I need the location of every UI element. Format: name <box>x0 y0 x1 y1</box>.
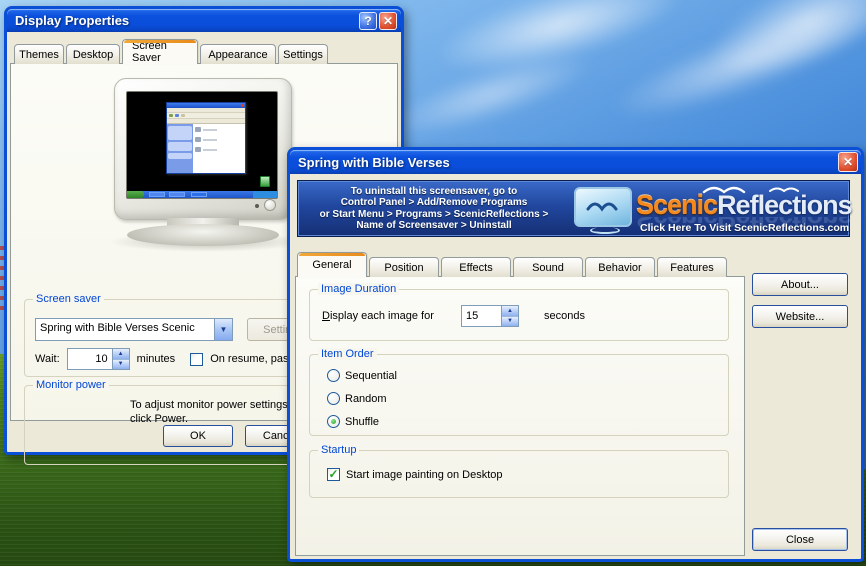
screen-saver-group-label: Screen saver <box>33 293 104 305</box>
tab-appearance[interactable]: Appearance <box>200 44 276 64</box>
about-button[interactable]: About... <box>752 273 848 296</box>
scenicreflections-logo[interactable]: ScenicReflections ScenicReflections Clic… <box>570 181 849 236</box>
screensaver-select[interactable]: Spring with Bible Verses Scenic ▼ <box>35 318 233 341</box>
wait-input[interactable] <box>68 349 112 369</box>
radio-icon[interactable] <box>327 392 340 405</box>
bird-icon <box>584 197 624 217</box>
window-title: Spring with Bible Verses <box>290 155 836 170</box>
preview-file-list <box>193 124 245 173</box>
tab-effects[interactable]: Effects <box>441 257 511 277</box>
wait-spinner[interactable]: ▲▼ <box>67 348 130 370</box>
monitor-led <box>255 204 259 208</box>
preview-close-icon <box>241 104 244 107</box>
spring-tabs: General Position Effects Sound Behavior … <box>297 252 729 277</box>
window-title: Display Properties <box>7 13 357 28</box>
banner-tagline-link[interactable]: Click Here To Visit ScenicReflections.co… <box>640 222 849 234</box>
tab-sound[interactable]: Sound <box>513 257 583 277</box>
preview-taskbar-button <box>169 192 185 197</box>
radio-sequential[interactable]: Sequential <box>327 369 397 382</box>
radio-random[interactable]: Random <box>327 392 387 405</box>
logo-text: ScenicReflections <box>636 190 852 221</box>
startup-label: Startup <box>318 444 359 456</box>
tab-themes[interactable]: Themes <box>14 44 64 64</box>
spin-down-icon[interactable]: ▼ <box>113 359 129 370</box>
wait-label: Wait: <box>35 353 60 365</box>
start-painting-label: Start image painting on Desktop <box>346 469 503 481</box>
website-button[interactable]: Website... <box>752 305 848 328</box>
on-resume-checkbox[interactable] <box>190 353 203 366</box>
monitor-preview-screen <box>126 91 278 199</box>
preview-task-pane <box>167 124 193 173</box>
image-duration-label: Image Duration <box>318 283 399 295</box>
preview-mini-window <box>166 102 246 174</box>
startup-group: Startup ✓ Start image painting on Deskto… <box>309 450 729 498</box>
item-order-label: Item Order <box>318 348 377 360</box>
monitor-power-group-label: Monitor power <box>33 379 109 391</box>
close-icon[interactable]: ✕ <box>379 12 397 30</box>
item-order-group: Item Order Sequential Random Shuffle <box>309 354 729 436</box>
wait-minutes-label: minutes <box>137 353 176 365</box>
duration-spinner[interactable]: ▲▼ <box>461 305 519 327</box>
chevron-down-icon[interactable]: ▼ <box>214 319 232 340</box>
monitor-logo-icon <box>574 187 632 227</box>
monitor-preview <box>114 78 292 220</box>
scenicreflections-banner[interactable]: To uninstall this screensaver, go to Con… <box>297 180 850 237</box>
tab-screen-saver[interactable]: Screen Saver <box>122 39 198 64</box>
tab-general[interactable]: General <box>297 252 367 277</box>
display-properties-tabs: Themes Desktop Screen Saver Appearance S… <box>14 40 330 64</box>
duration-input[interactable] <box>462 306 501 326</box>
spring-titlebar[interactable]: Spring with Bible Verses ✕ <box>290 150 861 174</box>
monitor-power-text: To adjust monitor power settings a click… <box>130 398 297 426</box>
preview-start-button <box>127 191 144 198</box>
radio-selected-icon[interactable] <box>327 415 340 428</box>
preview-mini-titlebar <box>167 103 245 108</box>
general-tabpage: Image Duration Display each image for ▲▼… <box>295 276 745 556</box>
tab-desktop[interactable]: Desktop <box>66 44 120 64</box>
spin-up-icon[interactable]: ▲ <box>502 306 518 316</box>
preview-taskbar-button <box>149 192 165 197</box>
tab-position[interactable]: Position <box>369 257 439 277</box>
monitor-power-button <box>264 199 276 211</box>
tab-behavior[interactable]: Behavior <box>585 257 655 277</box>
tab-settings[interactable]: Settings <box>278 44 328 64</box>
tab-features[interactable]: Features <box>657 257 727 277</box>
close-button[interactable]: Close <box>752 528 848 551</box>
preview-system-tray <box>253 191 277 198</box>
uninstall-instructions: To uninstall this screensaver, go to Con… <box>298 181 570 236</box>
display-each-image-label: Display each image for <box>322 310 454 322</box>
spring-screensaver-window: Spring with Bible Verses ✕ To uninstall … <box>287 147 864 562</box>
image-duration-group: Image Duration Display each image for ▲▼… <box>309 289 729 341</box>
checkbox-checked-icon[interactable]: ✓ <box>327 468 340 481</box>
close-icon[interactable]: ✕ <box>838 152 858 172</box>
preview-recycle-bin-icon <box>260 176 270 187</box>
seconds-label: seconds <box>544 310 585 322</box>
help-button[interactable]: ? <box>359 12 377 30</box>
monitor-logo-stand <box>590 227 620 234</box>
preview-taskbar-button <box>191 192 207 197</box>
radio-icon[interactable] <box>327 369 340 382</box>
monitor-base <box>127 224 279 246</box>
display-properties-titlebar[interactable]: Display Properties ? ✕ <box>7 9 401 32</box>
spin-down-icon[interactable]: ▼ <box>502 316 518 327</box>
screensaver-select-value: Spring with Bible Verses Scenic <box>36 319 214 340</box>
spin-up-icon[interactable]: ▲ <box>113 349 129 359</box>
start-painting-option[interactable]: ✓ Start image painting on Desktop <box>327 468 503 481</box>
radio-shuffle[interactable]: Shuffle <box>327 415 379 428</box>
